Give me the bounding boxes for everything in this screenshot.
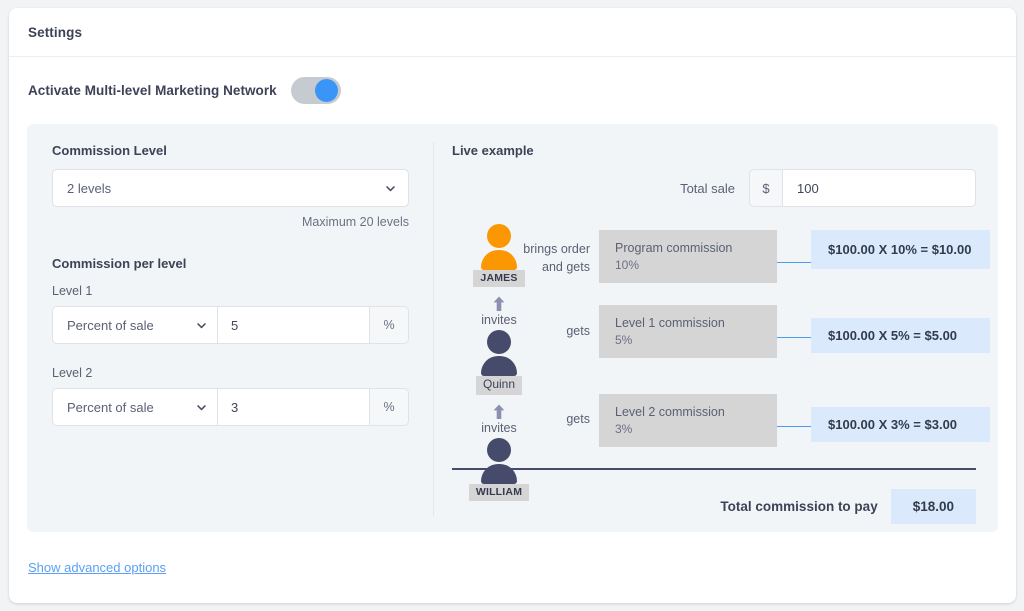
- avatar-head: [487, 224, 511, 248]
- arrow-up-icon: [493, 296, 505, 312]
- avatar-william: [478, 437, 520, 486]
- level-2-type-value: Percent of sale: [67, 399, 154, 415]
- commission-name: Program commission: [615, 241, 733, 255]
- commission-box-level-2: Level 2 commission 3%: [599, 394, 777, 447]
- total-divider: [452, 468, 976, 470]
- live-example-column: Live example Total sale $ 100 JAMES invi…: [434, 124, 998, 532]
- avatar-head: [487, 330, 511, 355]
- level-1-row: Percent of sale 5 %: [52, 306, 409, 344]
- avatar-body: [481, 463, 517, 484]
- total-commission-label: Total commission to pay: [720, 499, 878, 514]
- avatar-name-quinn: Quinn: [475, 376, 523, 395]
- calculation-box-level-1: $100.00 X 5% = $5.00: [811, 318, 990, 353]
- total-sale-input[interactable]: 100: [782, 169, 976, 207]
- level-1-type-select[interactable]: Percent of sale: [52, 306, 217, 344]
- commission-box-program: Program commission 10%: [599, 230, 777, 283]
- total-sale-label: Total sale: [680, 180, 735, 196]
- arrow-up-icon: [493, 404, 505, 419]
- activate-mlm-toggle[interactable]: [290, 77, 341, 104]
- level-2-value-input[interactable]: 3: [217, 388, 369, 426]
- commission-name: Level 1 commission: [615, 316, 725, 330]
- chevron-down-icon: [386, 185, 395, 191]
- commission-rate: 3%: [615, 422, 633, 436]
- show-advanced-options-link[interactable]: Show advanced options: [28, 560, 166, 575]
- settings-panel: Commission Level 2 levels Maximum 20 lev…: [27, 124, 998, 532]
- commission-level-helper: Maximum 20 levels: [302, 215, 409, 229]
- avatar-body: [481, 356, 517, 377]
- app-root: Settings Activate Multi-level Marketing …: [0, 0, 1024, 611]
- total-sale-row: Total sale $ 100: [452, 169, 976, 207]
- commission-rate: 5%: [615, 333, 633, 347]
- commission-per-level-heading: Commission per level: [52, 256, 187, 271]
- calculation-box-program: $100.00 X 10% = $10.00: [811, 230, 990, 269]
- level-1-label: Level 1: [52, 284, 93, 298]
- activate-mlm-row: Activate Multi-level Marketing Network: [9, 57, 1016, 124]
- connector-line-1: [777, 262, 811, 263]
- activate-mlm-label: Activate Multi-level Marketing Network: [28, 83, 277, 98]
- total-commission-value: $18.00: [890, 489, 976, 524]
- level-2-row: Percent of sale 3 %: [52, 388, 409, 426]
- card-header: Settings: [9, 8, 1016, 57]
- level-1-value-input[interactable]: 5: [217, 306, 369, 344]
- level-2-label: Level 2: [52, 366, 93, 380]
- commission-settings-column: Commission Level 2 levels Maximum 20 lev…: [27, 124, 433, 532]
- avatar-head: [487, 437, 511, 462]
- commission-box-level-1: Level 1 commission 5%: [599, 305, 777, 358]
- level-2-type-select[interactable]: Percent of sale: [52, 388, 217, 426]
- commission-level-select[interactable]: 2 levels: [52, 169, 409, 207]
- settings-card: Settings Activate Multi-level Marketing …: [9, 8, 1016, 603]
- total-commission-row: Total commission to pay $18.00: [720, 489, 976, 524]
- connector-line-2: [777, 337, 811, 338]
- chevron-down-icon: [197, 404, 206, 410]
- level-2-percent-suffix: %: [369, 388, 409, 426]
- verb-william: gets: [566, 412, 590, 426]
- commission-name: Level 2 commission: [615, 405, 725, 419]
- avatar-name-william: WILLIAM: [468, 483, 530, 501]
- verb-james: brings order and gets: [523, 242, 590, 274]
- live-example-heading: Live example: [452, 143, 534, 158]
- calculation-box-level-2: $100.00 X 3% = $3.00: [811, 407, 990, 442]
- currency-prefix: $: [749, 169, 782, 207]
- commission-level-heading: Commission Level: [52, 143, 167, 158]
- commission-level-value: 2 levels: [67, 180, 112, 196]
- toggle-knob: [314, 79, 338, 102]
- level-1-percent-suffix: %: [369, 306, 409, 344]
- chevron-down-icon: [197, 322, 206, 328]
- level-1-type-value: Percent of sale: [67, 317, 154, 333]
- verb-quinn: gets: [566, 324, 590, 338]
- commission-rate: 10%: [615, 258, 640, 272]
- commission-flow-diagram: JAMES invites Quinn invites WILLIAM brin…: [452, 224, 990, 501]
- page-title: Settings: [28, 24, 83, 40]
- connector-line-3: [777, 426, 811, 427]
